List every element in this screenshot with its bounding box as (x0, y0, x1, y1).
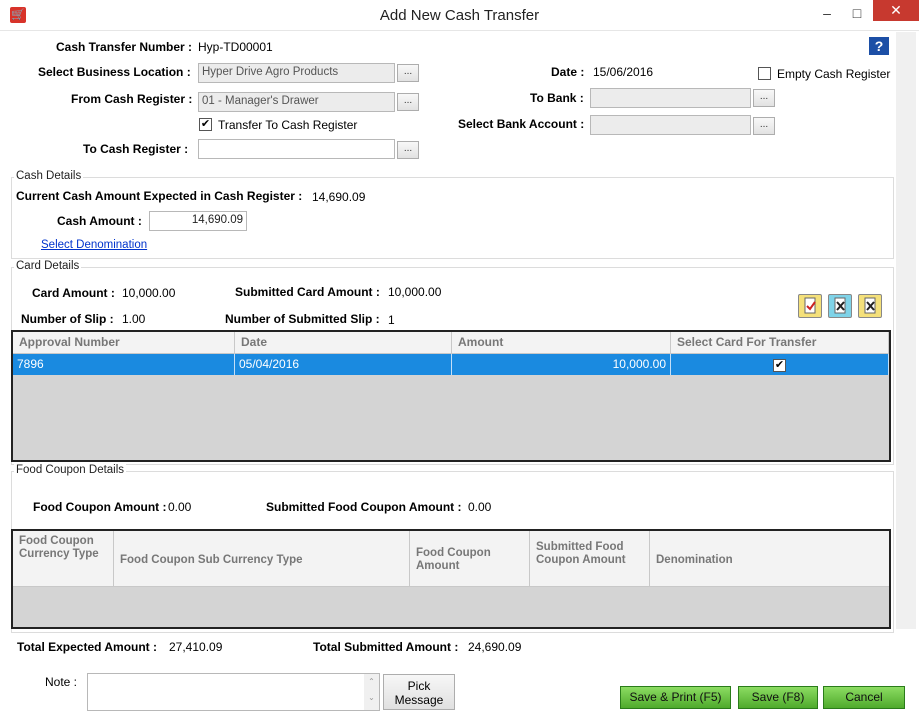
submitted-card-amount-label: Submitted Card Amount : (235, 285, 380, 299)
from-register-browse-button[interactable]: ... (397, 93, 419, 111)
coupon-amount-label: Food Coupon Amount : (33, 500, 167, 514)
to-register-field[interactable] (198, 139, 395, 159)
cash-expected-value: 14,690.09 (312, 190, 366, 204)
transfer-to-register-checkbox[interactable]: ✔ (199, 118, 212, 131)
bank-account-browse-button[interactable]: ... (753, 117, 775, 135)
deselect-all-icon[interactable] (828, 294, 852, 318)
col-approval-number[interactable]: Approval Number (13, 332, 235, 353)
cancel-button[interactable]: Cancel (823, 686, 905, 709)
card-amount-label: Card Amount : (32, 286, 115, 300)
submitted-coupon-label: Submitted Food Coupon Amount : (266, 500, 462, 514)
transfer-number-value: Hyp-TD00001 (198, 40, 273, 54)
col-date[interactable]: Date (235, 332, 452, 353)
date-label: Date : (551, 65, 585, 79)
save-button[interactable]: Save (F8) (738, 686, 818, 709)
cash-expected-label: Current Cash Amount Expected in Cash Reg… (16, 189, 303, 203)
transfer-to-register-label: Transfer To Cash Register (218, 118, 358, 132)
total-submitted-label: Total Submitted Amount : (313, 640, 459, 654)
to-register-label: To Cash Register : (83, 142, 189, 156)
to-bank-label: To Bank : (530, 91, 584, 105)
clear-selection-icon[interactable] (858, 294, 882, 318)
business-location-label: Select Business Location : (38, 65, 191, 79)
submitted-slip-value: 1 (388, 313, 395, 327)
card-grid: Approval Number Date Amount Select Card … (11, 330, 891, 462)
business-location-browse-button[interactable]: ... (397, 64, 419, 82)
cell-approval: 7896 (13, 354, 235, 375)
card-grid-header: Approval Number Date Amount Select Card … (13, 332, 889, 354)
bank-account-field[interactable] (590, 115, 751, 135)
empty-register-checkbox[interactable] (758, 67, 771, 80)
card-amount-value: 10,000.00 (122, 286, 176, 300)
submitted-coupon-value: 0.00 (468, 500, 492, 514)
col-submitted-coupon[interactable]: Submitted Food Coupon Amount (530, 531, 650, 586)
food-coupon-label: Food Coupon Details (14, 464, 127, 476)
vertical-scrollbar[interactable] (896, 32, 916, 629)
col-select-card[interactable]: Select Card For Transfer (671, 332, 889, 353)
col-denomination[interactable]: Denomination (650, 531, 889, 586)
cash-amount-field[interactable]: 14,690.09 (149, 211, 247, 231)
from-register-field[interactable]: 01 - Manager's Drawer (198, 92, 395, 112)
note-field[interactable] (87, 673, 380, 711)
to-bank-field[interactable] (590, 88, 751, 108)
business-location-field[interactable]: Hyper Drive Agro Products (198, 63, 395, 83)
cash-amount-label: Cash Amount : (57, 214, 142, 228)
select-denomination-link[interactable]: Select Denomination (41, 239, 147, 251)
table-row[interactable]: 7896 05/04/2016 10,000.00 ✔ (13, 354, 889, 375)
date-value: 15/06/2016 (593, 65, 654, 79)
total-expected-label: Total Expected Amount : (17, 640, 158, 654)
submitted-slip-label: Number of Submitted Slip : (225, 312, 380, 326)
to-register-browse-button[interactable]: ... (397, 141, 419, 159)
coupon-grid: Food Coupon Currency Type Food Coupon Su… (11, 529, 891, 629)
close-button[interactable]: ✕ (873, 0, 919, 21)
help-icon[interactable]: ? (869, 37, 889, 55)
cell-select: ✔ (671, 354, 889, 375)
to-bank-browse-button[interactable]: ... (753, 89, 775, 107)
col-coupon-amount[interactable]: Food Coupon Amount (410, 531, 530, 586)
cell-date: 05/04/2016 (235, 354, 452, 375)
coupon-grid-header: Food Coupon Currency Type Food Coupon Su… (13, 531, 889, 587)
note-scrollbar[interactable]: ⌃ ⌄ (364, 674, 379, 710)
window-title: Add New Cash Transfer (379, 7, 540, 24)
cash-details-label: Cash Details (14, 170, 84, 182)
bank-account-label: Select Bank Account : (458, 117, 585, 131)
slip-count-value: 1.00 (122, 312, 146, 326)
col-amount[interactable]: Amount (452, 332, 671, 353)
note-label: Note : (45, 675, 78, 689)
select-card-checkbox[interactable]: ✔ (773, 359, 786, 372)
from-register-label: From Cash Register : (71, 92, 193, 106)
coupon-amount-value: 0.00 (168, 500, 192, 514)
col-coupon-currency[interactable]: Food Coupon Currency Type (13, 531, 114, 586)
minimize-button[interactable]: – (813, 2, 841, 24)
col-coupon-sub-currency[interactable]: Food Coupon Sub Currency Type (114, 531, 410, 586)
total-submitted-value: 24,690.09 (468, 640, 522, 654)
save-print-button[interactable]: Save & Print (F5) (620, 686, 731, 709)
maximize-button[interactable]: □ (843, 2, 871, 24)
total-expected-value: 27,410.09 (169, 640, 223, 654)
slip-count-label: Number of Slip : (21, 312, 114, 326)
card-details-label: Card Details (14, 260, 82, 272)
select-all-icon[interactable] (798, 294, 822, 318)
transfer-number-label: Cash Transfer Number : (56, 40, 193, 54)
cell-amount: 10,000.00 (452, 354, 671, 375)
empty-register-label: Empty Cash Register (777, 67, 891, 81)
pick-message-button[interactable]: Pick Message (383, 674, 455, 710)
submitted-card-amount-value: 10,000.00 (388, 285, 442, 299)
